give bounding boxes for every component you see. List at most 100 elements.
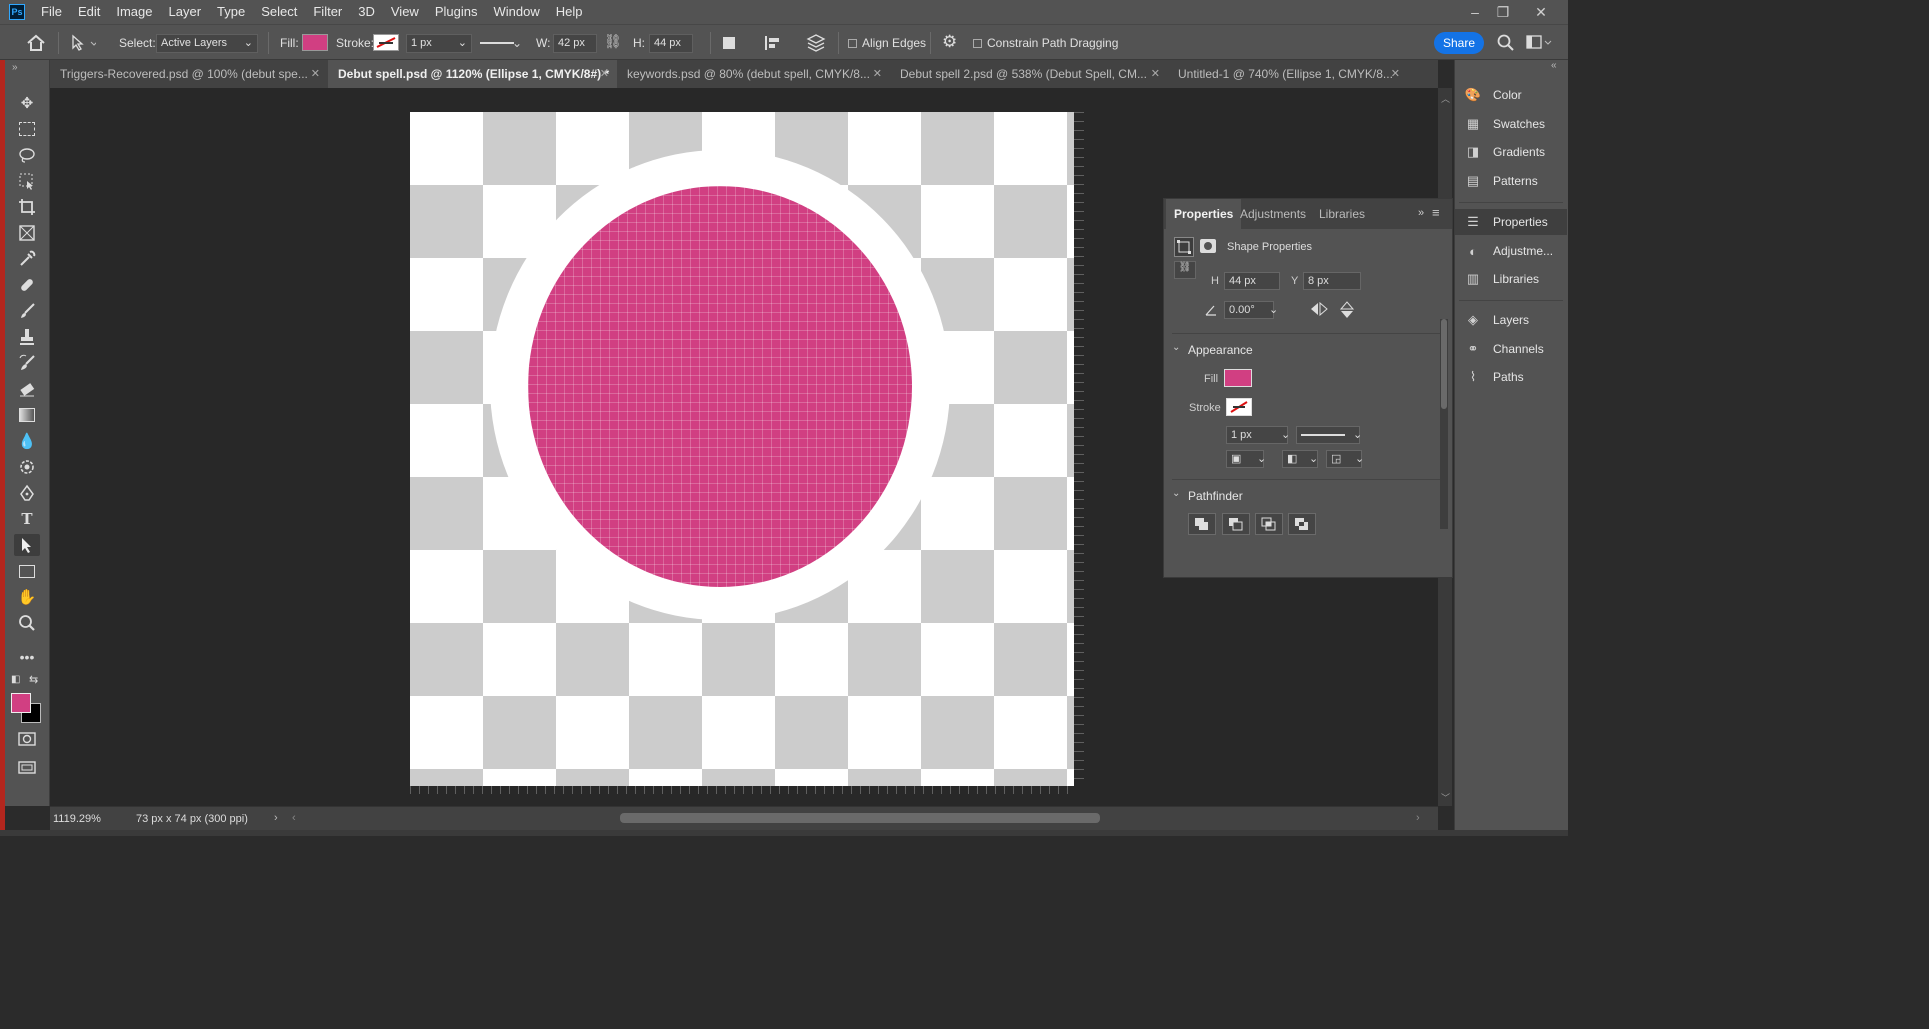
- workspace-icon[interactable]: [1526, 35, 1552, 51]
- horizontal-scrollbar-thumb[interactable]: [620, 813, 1100, 823]
- lasso-tool-icon[interactable]: [14, 144, 40, 166]
- menu-3d[interactable]: 3D: [350, 0, 383, 24]
- dock-item-layers[interactable]: ◈ Layers: [1455, 307, 1567, 333]
- brush-tool-icon[interactable]: [14, 300, 40, 322]
- close-icon[interactable]: ✕: [600, 60, 609, 88]
- close-icon[interactable]: ✕: [873, 60, 882, 88]
- fill-swatch[interactable]: [302, 34, 328, 51]
- scroll-left-icon[interactable]: ‹: [292, 812, 296, 824]
- status-menu-icon[interactable]: ›: [274, 812, 278, 824]
- eyedropper-tool-icon[interactable]: [14, 248, 40, 270]
- gear-icon[interactable]: ⚙: [942, 32, 957, 52]
- width-field[interactable]: 42 px: [553, 34, 597, 53]
- search-icon[interactable]: [1497, 34, 1515, 52]
- stroke-caps-dropdown[interactable]: ◧ ⌄: [1282, 450, 1318, 468]
- y-position-field[interactable]: 8 px: [1303, 272, 1361, 290]
- zoom-tool-icon[interactable]: [14, 612, 40, 634]
- object-selection-tool-icon[interactable]: [14, 170, 40, 192]
- menu-image[interactable]: Image: [108, 0, 160, 24]
- scroll-down-icon[interactable]: ﹀: [1441, 791, 1450, 804]
- stroke-swatch[interactable]: [373, 34, 399, 51]
- direct-selection-tool-icon[interactable]: [70, 34, 96, 52]
- tab-debut-spell-2[interactable]: Debut spell 2.psd @ 538% (Debut Spell, C…: [890, 60, 1168, 88]
- healing-brush-tool-icon[interactable]: [14, 274, 40, 296]
- document-info[interactable]: 73 px x 74 px (300 ppi): [136, 813, 248, 825]
- fill-swatch[interactable]: [1224, 369, 1252, 387]
- dock-item-patterns[interactable]: ▤ Patterns: [1455, 168, 1567, 194]
- stroke-type-dropdown[interactable]: ⌄: [1296, 426, 1362, 444]
- close-icon[interactable]: ✕: [311, 60, 320, 88]
- menu-filter[interactable]: Filter: [305, 0, 350, 24]
- quick-mask-icon[interactable]: [14, 728, 40, 750]
- unite-shapes-button[interactable]: [1188, 513, 1216, 535]
- dock-item-color[interactable]: 🎨 Color: [1455, 82, 1567, 108]
- dock-item-properties[interactable]: ☰ Properties: [1455, 209, 1567, 235]
- marquee-tool-icon[interactable]: [14, 118, 40, 140]
- constrain-path-dragging-checkbox[interactable]: [973, 39, 982, 48]
- panel-menu-icon[interactable]: ≡: [1432, 205, 1440, 220]
- menu-layer[interactable]: Layer: [161, 0, 210, 24]
- align-edges-checkbox[interactable]: [848, 39, 857, 48]
- flip-vertical-icon[interactable]: [1340, 301, 1354, 319]
- dodge-tool-icon[interactable]: [14, 456, 40, 478]
- more-tools-icon[interactable]: •••: [14, 646, 40, 668]
- history-brush-tool-icon[interactable]: [14, 352, 40, 374]
- chevron-down-icon[interactable]: ⌄: [1172, 342, 1180, 353]
- menu-file[interactable]: File: [33, 0, 70, 24]
- intersect-shapes-button[interactable]: [1255, 513, 1283, 535]
- menu-select[interactable]: Select: [253, 0, 305, 24]
- tab-untitled-1[interactable]: Untitled-1 @ 740% (Ellipse 1, CMYK/8... ✕: [1168, 60, 1408, 88]
- tab-triggers-recovered[interactable]: Triggers-Recovered.psd @ 100% (debut spe…: [50, 60, 328, 88]
- dock-item-channels[interactable]: ⚭ Channels: [1455, 336, 1567, 362]
- subtract-front-shape-button[interactable]: [1222, 513, 1250, 535]
- link-icon[interactable]: ⛓: [604, 33, 622, 50]
- swap-colors-icon[interactable]: ⇆: [29, 673, 38, 686]
- height-field[interactable]: 44 px: [649, 34, 693, 53]
- panel-scrollbar[interactable]: [1440, 319, 1448, 529]
- gradient-tool-icon[interactable]: [14, 404, 40, 426]
- scroll-right-icon[interactable]: ›: [1416, 812, 1420, 824]
- expand-dock-icon[interactable]: «: [1551, 60, 1557, 71]
- menu-edit[interactable]: Edit: [70, 0, 108, 24]
- chevron-down-icon[interactable]: ⌄: [1172, 488, 1180, 499]
- dock-item-swatches[interactable]: ▦ Swatches: [1455, 111, 1567, 137]
- clone-stamp-tool-icon[interactable]: [14, 326, 40, 348]
- close-icon[interactable]: ✕: [1151, 60, 1160, 88]
- dock-item-paths[interactable]: ⌇ Paths: [1455, 364, 1567, 390]
- stroke-align-dropdown[interactable]: ▣ ⌄: [1226, 450, 1266, 468]
- path-operations-icon[interactable]: [723, 37, 735, 49]
- stroke-width-field[interactable]: 1 px ⌄: [1226, 426, 1290, 444]
- stroke-swatch[interactable]: [1226, 398, 1252, 416]
- default-colors-icon[interactable]: ◧: [11, 674, 20, 685]
- path-arrangement-icon[interactable]: [806, 33, 826, 53]
- flip-horizontal-icon[interactable]: [1310, 302, 1328, 316]
- blur-tool-icon[interactable]: 💧: [14, 430, 40, 452]
- home-icon[interactable]: [26, 34, 46, 52]
- dock-item-gradients[interactable]: ◨ Gradients: [1455, 139, 1567, 165]
- menu-window[interactable]: Window: [485, 0, 547, 24]
- eraser-tool-icon[interactable]: [14, 378, 40, 400]
- hand-tool-icon[interactable]: ✋: [14, 586, 40, 608]
- menu-type[interactable]: Type: [209, 0, 253, 24]
- frame-tool-icon[interactable]: [14, 222, 40, 244]
- scroll-up-icon[interactable]: ︿: [1441, 92, 1450, 105]
- dock-item-adjustments[interactable]: ◐ Adjustme...: [1455, 238, 1567, 264]
- tab-keywords[interactable]: keywords.psd @ 80% (debut spell, CMYK/8.…: [617, 60, 890, 88]
- mask-icon[interactable]: [1200, 239, 1216, 253]
- foreground-color-swatch[interactable]: [11, 693, 31, 713]
- panel-scrollbar-thumb[interactable]: [1441, 319, 1447, 409]
- rotation-angle-field[interactable]: 0.00° ⌄: [1224, 301, 1278, 319]
- dock-item-libraries[interactable]: ▥ Libraries: [1455, 266, 1567, 292]
- type-tool-icon[interactable]: T: [14, 508, 40, 530]
- screen-mode-icon[interactable]: [14, 756, 40, 778]
- path-selection-tool-icon[interactable]: [14, 534, 40, 556]
- height-field[interactable]: 44 px: [1224, 272, 1280, 290]
- restore-button[interactable]: ❐: [1486, 0, 1520, 24]
- crop-tool-icon[interactable]: [14, 196, 40, 218]
- pen-tool-icon[interactable]: [14, 482, 40, 504]
- zoom-level[interactable]: 1119.29%: [53, 813, 101, 825]
- stroke-corners-dropdown[interactable]: ◲ ⌄: [1326, 450, 1364, 468]
- menu-view[interactable]: View: [383, 0, 427, 24]
- collapse-panel-icon[interactable]: »: [12, 62, 18, 73]
- move-tool-icon[interactable]: ✥: [14, 92, 40, 114]
